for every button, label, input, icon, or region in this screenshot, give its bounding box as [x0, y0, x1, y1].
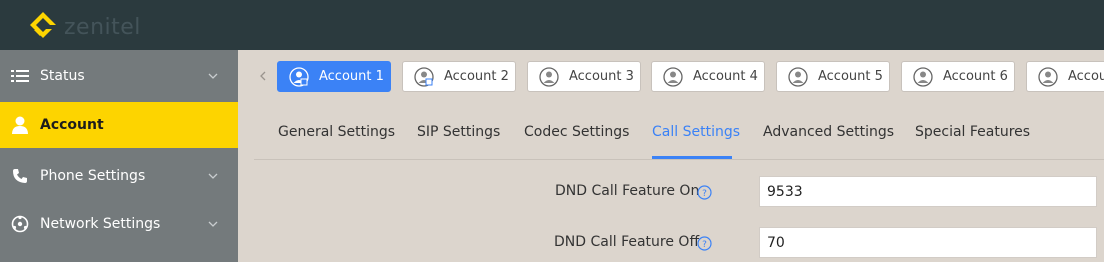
- list-icon: [10, 66, 30, 86]
- account-label: Account 6: [943, 69, 1008, 84]
- dnd-off-label: DND Call Feature Off: [554, 234, 700, 250]
- sidebar-item-label: Account: [40, 117, 104, 133]
- sidebar-item-label: Phone Settings: [40, 168, 146, 184]
- sidebar-item-network-settings[interactable]: Network Settings: [0, 204, 238, 244]
- sidebar-item-status[interactable]: Status: [0, 50, 238, 102]
- chevron-down-icon: [208, 221, 218, 227]
- tab-general-settings[interactable]: General Settings: [278, 124, 395, 140]
- tab-codec-settings[interactable]: Codec Settings: [524, 124, 629, 140]
- svg-text:?: ?: [702, 189, 707, 199]
- account-user-icon: [414, 67, 434, 87]
- account-user-icon: [539, 67, 559, 87]
- dnd-call-feature-on-input[interactable]: 9533: [759, 176, 1097, 207]
- account-user-icon: [1038, 67, 1058, 87]
- dnd-call-feature-off-input[interactable]: 70: [759, 227, 1097, 258]
- account-user-icon: [289, 67, 309, 87]
- account-7-button[interactable]: Accou: [1026, 61, 1104, 92]
- tab-call-settings[interactable]: Call Settings: [652, 124, 740, 140]
- account-user-icon: [663, 67, 683, 87]
- sidebar: Status Account Phone Settings Network Se…: [0, 50, 238, 262]
- sidebar-item-label: Status: [40, 68, 85, 84]
- account-label: Account 5: [818, 69, 883, 84]
- dnd-on-label: DND Call Feature On: [555, 183, 700, 199]
- tab-special-features[interactable]: Special Features: [915, 124, 1030, 140]
- zenitel-logo[interactable]: zenitel: [26, 10, 141, 44]
- account-4-button[interactable]: Account 4: [651, 61, 765, 92]
- account-label: Account 1: [319, 69, 384, 84]
- brand-name: zenitel: [64, 14, 141, 40]
- chevron-down-icon: [208, 173, 218, 179]
- account-label: Accou: [1068, 69, 1104, 84]
- account-label: Account 4: [693, 69, 758, 84]
- sidebar-item-label: Network Settings: [40, 216, 161, 232]
- account-label: Account 2: [444, 69, 509, 84]
- sidebar-item-account[interactable]: Account: [0, 102, 238, 148]
- tab-advanced-settings[interactable]: Advanced Settings: [763, 124, 894, 140]
- account-3-button[interactable]: Account 3: [527, 61, 641, 92]
- svg-text:?: ?: [702, 240, 707, 250]
- account-2-button[interactable]: Account 2: [402, 61, 516, 92]
- chevron-down-icon: [208, 73, 218, 79]
- top-bar: zenitel: [0, 0, 1104, 50]
- sidebar-item-phone-settings[interactable]: Phone Settings: [0, 148, 238, 204]
- account-5-button[interactable]: Account 5: [776, 61, 890, 92]
- active-tab-indicator: [652, 156, 732, 159]
- network-icon: [10, 214, 30, 234]
- zenitel-logo-icon: [30, 12, 56, 38]
- user-icon: [10, 115, 30, 135]
- tab-sip-settings[interactable]: SIP Settings: [417, 124, 500, 140]
- account-1-button[interactable]: Account 1: [277, 61, 391, 92]
- settings-tabs: General Settings SIP Settings Codec Sett…: [254, 108, 1104, 160]
- chevron-left-icon[interactable]: [258, 70, 268, 82]
- phone-icon: [10, 166, 30, 186]
- account-user-icon: [788, 67, 808, 87]
- help-icon[interactable]: ?: [697, 185, 712, 200]
- account-6-button[interactable]: Account 6: [901, 61, 1015, 92]
- main-content: Account 1 Account 2 Account 3 Account 4 …: [238, 50, 1104, 262]
- account-label: Account 3: [569, 69, 634, 84]
- help-icon[interactable]: ?: [697, 236, 712, 251]
- account-user-icon: [913, 67, 933, 87]
